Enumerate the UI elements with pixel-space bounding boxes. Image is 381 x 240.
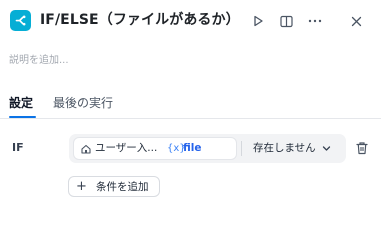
- home-icon: [81, 144, 91, 154]
- panel-header: IF/ELSE（ファイルがあるか）: [0, 0, 381, 44]
- close-icon[interactable]: [346, 11, 366, 31]
- more-icon[interactable]: [305, 11, 325, 31]
- variable-selector[interactable]: ユーザー入... {x} file: [73, 137, 237, 160]
- tab-settings[interactable]: 設定: [9, 95, 33, 111]
- if-branch-label: IF: [12, 141, 24, 154]
- tab-last-run[interactable]: 最後の実行: [53, 95, 113, 111]
- operator-select[interactable]: 存在しません: [253, 141, 316, 156]
- node-title[interactable]: IF/ELSE（ファイルがあるか）: [40, 10, 240, 31]
- condition-row: ユーザー入... {x} file 存在しません: [69, 134, 346, 163]
- panel-toggle-icon[interactable]: [276, 11, 296, 31]
- variable-source: ユーザー入...: [95, 142, 158, 154]
- run-icon[interactable]: [248, 11, 268, 31]
- branch-icon: [10, 10, 31, 31]
- divider: [241, 141, 242, 156]
- description-input[interactable]: 説明を追加...: [9, 54, 69, 68]
- active-tab-indicator: [9, 116, 36, 118]
- add-condition-label: 条件を追加: [96, 181, 149, 193]
- trash-icon[interactable]: [355, 141, 369, 155]
- chevron-down-icon[interactable]: [322, 144, 331, 153]
- plus-icon: +: [76, 179, 87, 194]
- add-condition-button[interactable]: + 条件を追加: [68, 176, 160, 197]
- variable-name: file: [183, 142, 202, 154]
- tab-bar: 設定 最後の実行: [0, 93, 381, 119]
